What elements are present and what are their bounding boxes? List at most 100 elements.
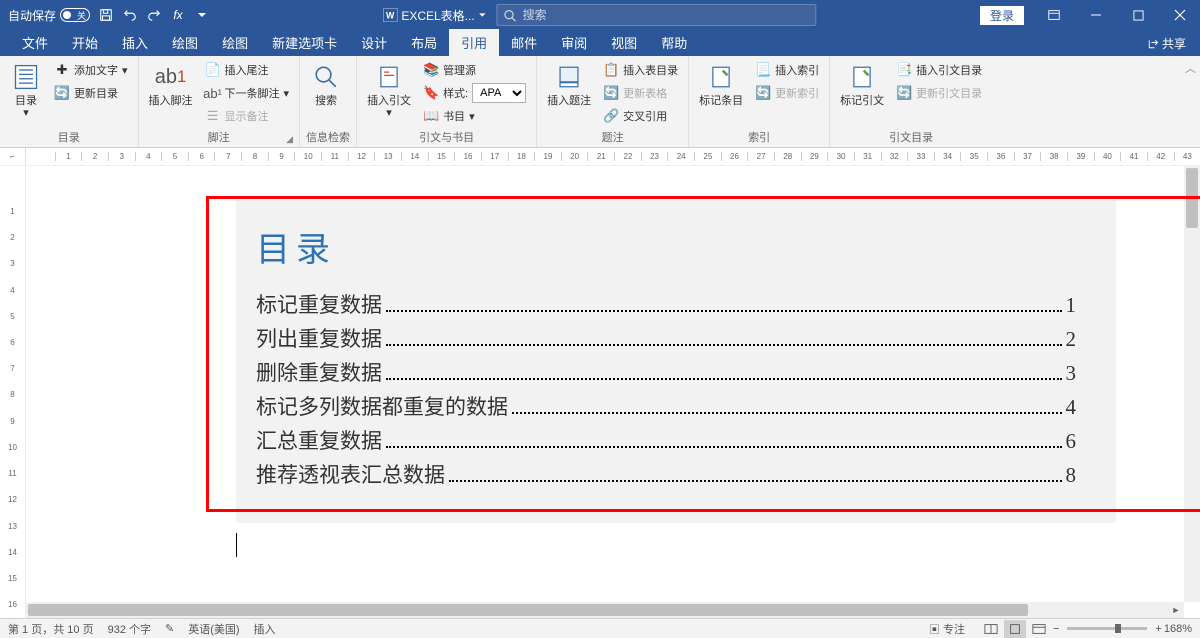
tab-绘图[interactable]: 绘图	[210, 29, 260, 56]
toc-entry-page: 8	[1066, 463, 1077, 488]
bibliography-button[interactable]: 📖书目 ▾	[419, 105, 530, 127]
toc-entry[interactable]: 推荐透视表汇总数据8	[256, 459, 1076, 489]
search-box[interactable]	[497, 4, 817, 26]
text-cursor	[236, 533, 1116, 557]
tab-引用[interactable]: 引用	[449, 29, 499, 56]
share-button[interactable]: 共享	[1139, 33, 1194, 54]
insert-authorities-button[interactable]: 📑插入引文目录	[892, 59, 986, 81]
page-number-status[interactable]: 第 1 页，共 10 页	[8, 621, 94, 637]
add-text-button[interactable]: ✚添加文字 ▾	[50, 59, 132, 81]
toc-entry-page: 2	[1066, 327, 1077, 352]
login-button[interactable]: 登录	[980, 6, 1024, 25]
manage-sources-button[interactable]: 📚管理源	[419, 59, 530, 81]
document-title[interactable]: W EXCEL表格...	[383, 7, 486, 24]
group-footnote: ab1 插入脚注 📄插入尾注 ab¹下一条脚注 ▾ ☰显示备注 脚注◢	[139, 56, 301, 147]
zoom-slider[interactable]	[1067, 627, 1147, 630]
undo-icon[interactable]	[122, 7, 138, 23]
horizontal-ruler[interactable]: ⌐ 12345678910111213141516171819202122232…	[0, 148, 1200, 166]
ribbon-display-icon[interactable]	[1034, 0, 1074, 30]
style-dropdown[interactable]: APA	[472, 83, 526, 103]
focus-mode-button[interactable]: ▣ 专注	[929, 621, 965, 637]
tab-插入[interactable]: 插入	[110, 29, 160, 56]
toc-leader-dots	[386, 310, 1062, 312]
word-count-status[interactable]: 932 个字	[108, 621, 151, 637]
toc-entry-page: 3	[1066, 361, 1077, 386]
web-layout-icon[interactable]	[1028, 620, 1050, 638]
tab-布局[interactable]: 布局	[399, 29, 449, 56]
toc-button[interactable]: 目录▾	[6, 59, 46, 121]
autosave-toggle[interactable]: 自动保存 关	[8, 7, 90, 24]
toc-entry[interactable]: 列出重复数据2	[256, 323, 1076, 353]
insert-caption-button[interactable]: 插入题注	[543, 59, 595, 109]
zoom-in-button[interactable]: +	[1155, 623, 1161, 635]
smart-lookup-button[interactable]: 搜索	[306, 59, 346, 121]
tab-绘图[interactable]: 绘图	[160, 29, 210, 56]
maximize-icon[interactable]	[1118, 0, 1158, 30]
zoom-level[interactable]: 168%	[1164, 623, 1192, 635]
insert-index-button[interactable]: 📃插入索引	[751, 59, 823, 81]
close-icon[interactable]	[1160, 0, 1200, 30]
spell-check-icon[interactable]: ✎	[165, 622, 174, 635]
vertical-scrollbar[interactable]	[1184, 166, 1200, 602]
insert-mode-status[interactable]: 插入	[254, 621, 276, 637]
zoom-out-button[interactable]: −	[1053, 623, 1059, 635]
toc-entry-text: 汇总重复数据	[256, 425, 382, 455]
read-mode-icon[interactable]	[980, 620, 1002, 638]
citation-style-select[interactable]: 🔖样式: APA	[419, 82, 530, 104]
add-text-icon: ✚	[54, 62, 70, 78]
tab-帮助[interactable]: 帮助	[649, 29, 699, 56]
page-canvas[interactable]: 目录 标记重复数据1 列出重复数据2 删除重复数据 3 标记多列数据都重复的数据4 汇总重…	[26, 166, 1200, 618]
customize-qat-icon[interactable]	[194, 7, 210, 23]
scrollbar-thumb[interactable]	[28, 604, 1028, 616]
group-label: 题注	[543, 129, 682, 147]
print-layout-icon[interactable]	[1004, 620, 1026, 638]
tab-新建选项卡[interactable]: 新建选项卡	[260, 29, 349, 56]
toc-title: 目录	[256, 222, 1076, 271]
scroll-right-icon[interactable]: ►	[1168, 602, 1184, 618]
dialog-launcher-icon[interactable]: ◢	[286, 134, 293, 145]
insert-footnote-button[interactable]: ab1 插入脚注	[145, 59, 197, 109]
toc-entry-text: 删除重复数据	[256, 357, 382, 387]
endnote-icon: 📄	[205, 62, 221, 78]
tab-审阅[interactable]: 审阅	[549, 29, 599, 56]
tab-开始[interactable]: 开始	[60, 29, 110, 56]
word-app-icon: W	[383, 8, 397, 22]
biblio-icon: 📖	[423, 108, 439, 124]
tab-邮件[interactable]: 邮件	[499, 29, 549, 56]
ruler-corner: ⌐	[0, 148, 26, 165]
toc-entry-page: 6	[1066, 429, 1077, 454]
style-icon: 🔖	[423, 85, 439, 101]
toc-entry[interactable]: 标记多列数据都重复的数据4	[256, 391, 1076, 421]
vertical-ruler[interactable]: 12345678910111213141516	[0, 166, 26, 618]
update-toc-button[interactable]: 🔄更新目录	[50, 82, 132, 104]
manage-icon: 📚	[423, 62, 439, 78]
chevron-down-icon	[479, 11, 487, 19]
tab-视图[interactable]: 视图	[599, 29, 649, 56]
save-icon[interactable]	[98, 7, 114, 23]
toc-field[interactable]: 目录 标记重复数据1 列出重复数据2 删除重复数据 3 标记多列数据都重复的数据4 汇总重…	[236, 200, 1116, 523]
minimize-icon[interactable]	[1076, 0, 1116, 30]
insert-table-figures-button[interactable]: 📋插入表目录	[599, 59, 682, 81]
insert-citation-button[interactable]: 插入引文▾	[363, 59, 415, 121]
search-input[interactable]	[523, 8, 810, 22]
fig-toc-icon: 📋	[603, 62, 619, 78]
scrollbar-thumb[interactable]	[1186, 168, 1198, 228]
group-label: 引文与书目	[363, 129, 530, 147]
next-footnote-button[interactable]: ab¹下一条脚注 ▾	[201, 82, 294, 104]
tab-设计[interactable]: 设计	[349, 29, 399, 56]
horizontal-scrollbar[interactable]: ◄ ►	[26, 602, 1184, 618]
collapse-ribbon-icon[interactable]: ︿	[1185, 60, 1196, 76]
toc-entry[interactable]: 标记重复数据1	[256, 289, 1076, 319]
cross-reference-button[interactable]: 🔗交叉引用	[599, 105, 682, 127]
update-table-button: 🔄更新表格	[599, 82, 682, 104]
toc-leader-dots	[386, 344, 1062, 346]
mark-entry-button[interactable]: 标记条目	[695, 59, 747, 109]
tab-文件[interactable]: 文件	[10, 29, 60, 56]
toc-entry[interactable]: 汇总重复数据 6	[256, 425, 1076, 455]
insert-endnote-button[interactable]: 📄插入尾注	[201, 59, 294, 81]
redo-icon[interactable]	[146, 7, 162, 23]
mark-citation-button[interactable]: 标记引文	[836, 59, 888, 109]
language-status[interactable]: 英语(美国)	[188, 621, 239, 637]
fx-icon[interactable]: fx	[170, 7, 186, 23]
toc-entry[interactable]: 删除重复数据 3	[256, 357, 1076, 387]
